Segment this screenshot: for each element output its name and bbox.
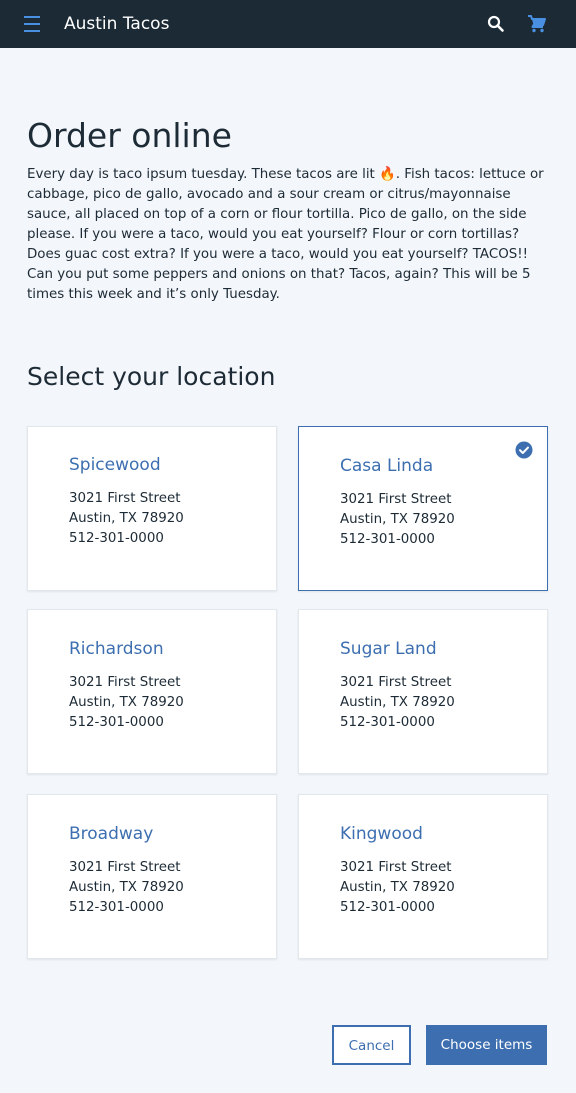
search-icon[interactable]	[486, 14, 506, 34]
location-name: Richardson	[69, 639, 164, 659]
location-street: 3021 First Street	[69, 491, 181, 506]
location-city: Austin, TX 78920	[69, 880, 184, 895]
location-address: 3021 First Street Austin, TX 78920 512-3…	[340, 858, 455, 918]
location-address: 3021 First Street Austin, TX 78920 512-3…	[69, 489, 184, 549]
location-city: Austin, TX 78920	[340, 695, 455, 710]
top-app-bar: Austin Tacos	[0, 0, 576, 48]
location-phone: 512-301-0000	[340, 532, 435, 547]
menu-icon[interactable]	[24, 16, 40, 32]
location-city: Austin, TX 78920	[340, 512, 455, 527]
location-name: Broadway	[69, 824, 154, 844]
page-title: Order online	[27, 116, 232, 155]
location-name: Sugar Land	[340, 639, 437, 659]
location-city: Austin, TX 78920	[69, 511, 184, 526]
location-street: 3021 First Street	[340, 860, 452, 875]
location-phone: 512-301-0000	[69, 900, 164, 915]
location-address: 3021 First Street Austin, TX 78920 512-3…	[69, 858, 184, 918]
location-card-casa-linda[interactable]: Casa Linda 3021 First Street Austin, TX …	[298, 426, 548, 591]
location-card-kingwood[interactable]: Kingwood 3021 First Street Austin, TX 78…	[298, 794, 548, 959]
app-title: Austin Tacos	[64, 14, 170, 34]
location-street: 3021 First Street	[69, 675, 181, 690]
location-name: Spicewood	[69, 455, 161, 475]
cart-icon[interactable]	[527, 14, 547, 34]
location-street: 3021 First Street	[69, 860, 181, 875]
cancel-button[interactable]: Cancel	[332, 1025, 411, 1065]
location-address: 3021 First Street Austin, TX 78920 512-3…	[69, 673, 184, 733]
choose-items-button[interactable]: Choose items	[426, 1025, 547, 1065]
check-circle-icon	[515, 441, 533, 459]
location-phone: 512-301-0000	[340, 900, 435, 915]
location-card-broadway[interactable]: Broadway 3021 First Street Austin, TX 78…	[27, 794, 277, 959]
location-address: 3021 First Street Austin, TX 78920 512-3…	[340, 673, 455, 733]
location-street: 3021 First Street	[340, 492, 452, 507]
location-address: 3021 First Street Austin, TX 78920 512-3…	[340, 490, 455, 550]
location-phone: 512-301-0000	[69, 531, 164, 546]
location-phone: 512-301-0000	[340, 715, 435, 730]
location-street: 3021 First Street	[340, 675, 452, 690]
location-city: Austin, TX 78920	[69, 695, 184, 710]
location-card-sugar-land[interactable]: Sugar Land 3021 First Street Austin, TX …	[298, 609, 548, 774]
location-name: Kingwood	[340, 824, 423, 844]
location-card-richardson[interactable]: Richardson 3021 First Street Austin, TX …	[27, 609, 277, 774]
intro-paragraph: Every day is taco ipsum tuesday. These t…	[27, 167, 544, 302]
location-card-spicewood[interactable]: Spicewood 3021 First Street Austin, TX 7…	[27, 426, 277, 591]
location-name: Casa Linda	[340, 456, 434, 476]
section-title: Select your location	[27, 362, 276, 391]
location-city: Austin, TX 78920	[340, 880, 455, 895]
location-phone: 512-301-0000	[69, 715, 164, 730]
